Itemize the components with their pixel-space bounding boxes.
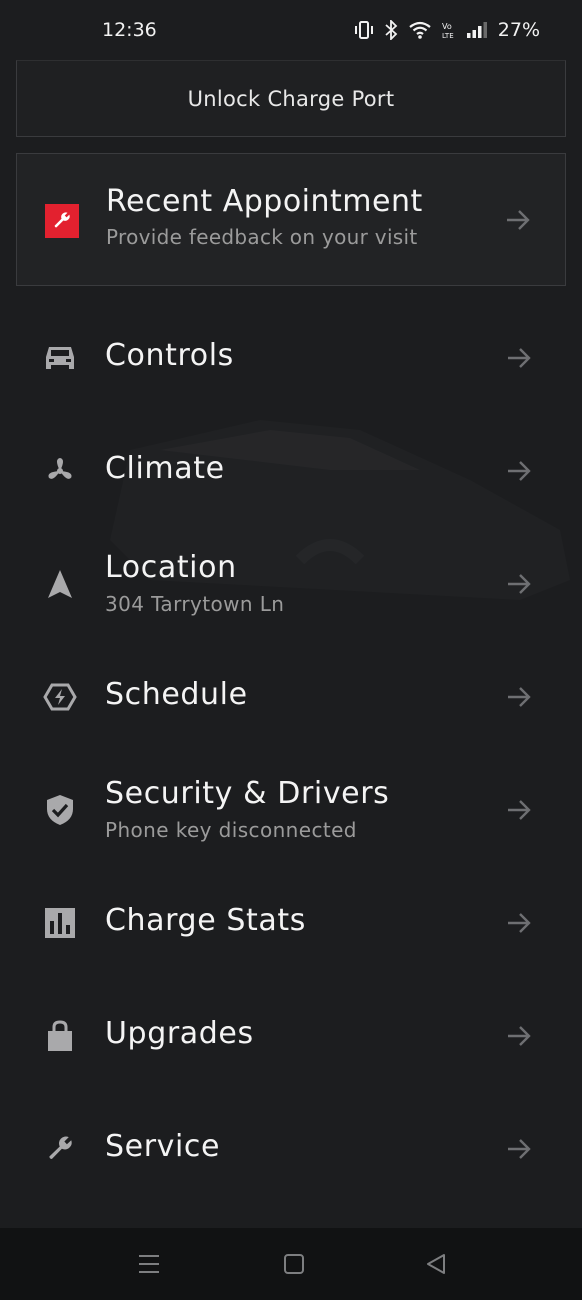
menu-label-location: Location — [105, 550, 237, 585]
wrench-icon — [45, 204, 79, 238]
status-bar: 12:36 Vo LTE 27% — [0, 0, 582, 60]
svg-text:Vo: Vo — [442, 22, 452, 31]
menu-subtitle-location: 304 Tarrytown Ln — [105, 592, 285, 616]
menu-item-schedule[interactable]: Schedule — [0, 647, 582, 747]
arrow-right-icon — [508, 800, 531, 820]
menu-item-controls[interactable]: Controls — [0, 308, 582, 408]
home-icon[interactable] — [283, 1252, 305, 1276]
menu-item-service[interactable]: Service — [0, 1099, 582, 1199]
menu-label-charge-stats: Charge Stats — [105, 903, 306, 938]
menu-label-climate: Climate — [105, 451, 225, 486]
navigation-arrow-icon — [42, 566, 78, 602]
status-time: 12:36 — [102, 19, 157, 41]
menu-subtitle-security: Phone key disconnected — [105, 818, 357, 842]
arrow-right-icon — [508, 1139, 531, 1159]
status-icons: Vo LTE 27% — [354, 19, 540, 41]
car-icon — [42, 340, 78, 376]
menu-item-charge-stats[interactable]: Charge Stats — [0, 873, 582, 973]
arrow-right-icon — [508, 1026, 531, 1046]
back-icon[interactable] — [425, 1252, 447, 1276]
menu-label-schedule: Schedule — [105, 677, 248, 712]
shield-check-icon — [42, 792, 78, 828]
unlock-charge-port-button[interactable]: Unlock Charge Port — [16, 60, 566, 137]
bluetooth-icon — [385, 20, 398, 40]
unlock-charge-port-label: Unlock Charge Port — [187, 86, 395, 111]
wrench-icon — [42, 1131, 78, 1167]
menu-label-service: Service — [105, 1129, 221, 1164]
wifi-icon — [409, 21, 431, 39]
battery-level: 27% — [497, 19, 540, 41]
appointment-title: Recent Appointment — [106, 184, 423, 219]
recent-apps-icon[interactable] — [138, 1252, 160, 1276]
signal-icon — [466, 22, 487, 38]
arrow-right-icon — [508, 574, 531, 594]
schedule-bolt-icon — [42, 679, 78, 715]
arrow-right-icon — [508, 913, 531, 933]
arrow-right-icon — [508, 687, 531, 707]
menu-label-upgrades: Upgrades — [105, 1016, 254, 1051]
menu-item-security-drivers[interactable]: Security & Drivers Phone key disconnecte… — [0, 760, 582, 860]
menu-item-upgrades[interactable]: Upgrades — [0, 986, 582, 1086]
recent-appointment-card[interactable]: Recent Appointment Provide feedback on y… — [16, 153, 566, 286]
arrow-right-icon — [507, 210, 530, 230]
vibrate-icon — [354, 21, 373, 39]
arrow-right-icon — [508, 461, 531, 481]
volte-icon: Vo LTE — [442, 22, 454, 40]
menu-item-climate[interactable]: Climate — [0, 421, 582, 521]
fan-icon — [42, 453, 78, 489]
system-navigation-bar — [0, 1228, 582, 1300]
appointment-subtitle: Provide feedback on your visit — [106, 225, 418, 249]
arrow-right-icon — [508, 348, 531, 368]
menu-label-controls: Controls — [105, 338, 234, 373]
menu-item-location[interactable]: Location 304 Tarrytown Ln — [0, 534, 582, 634]
svg-text:LTE: LTE — [442, 32, 454, 40]
shopping-bag-icon — [42, 1018, 78, 1054]
bar-chart-icon — [42, 905, 78, 941]
menu-label-security: Security & Drivers — [105, 776, 390, 811]
